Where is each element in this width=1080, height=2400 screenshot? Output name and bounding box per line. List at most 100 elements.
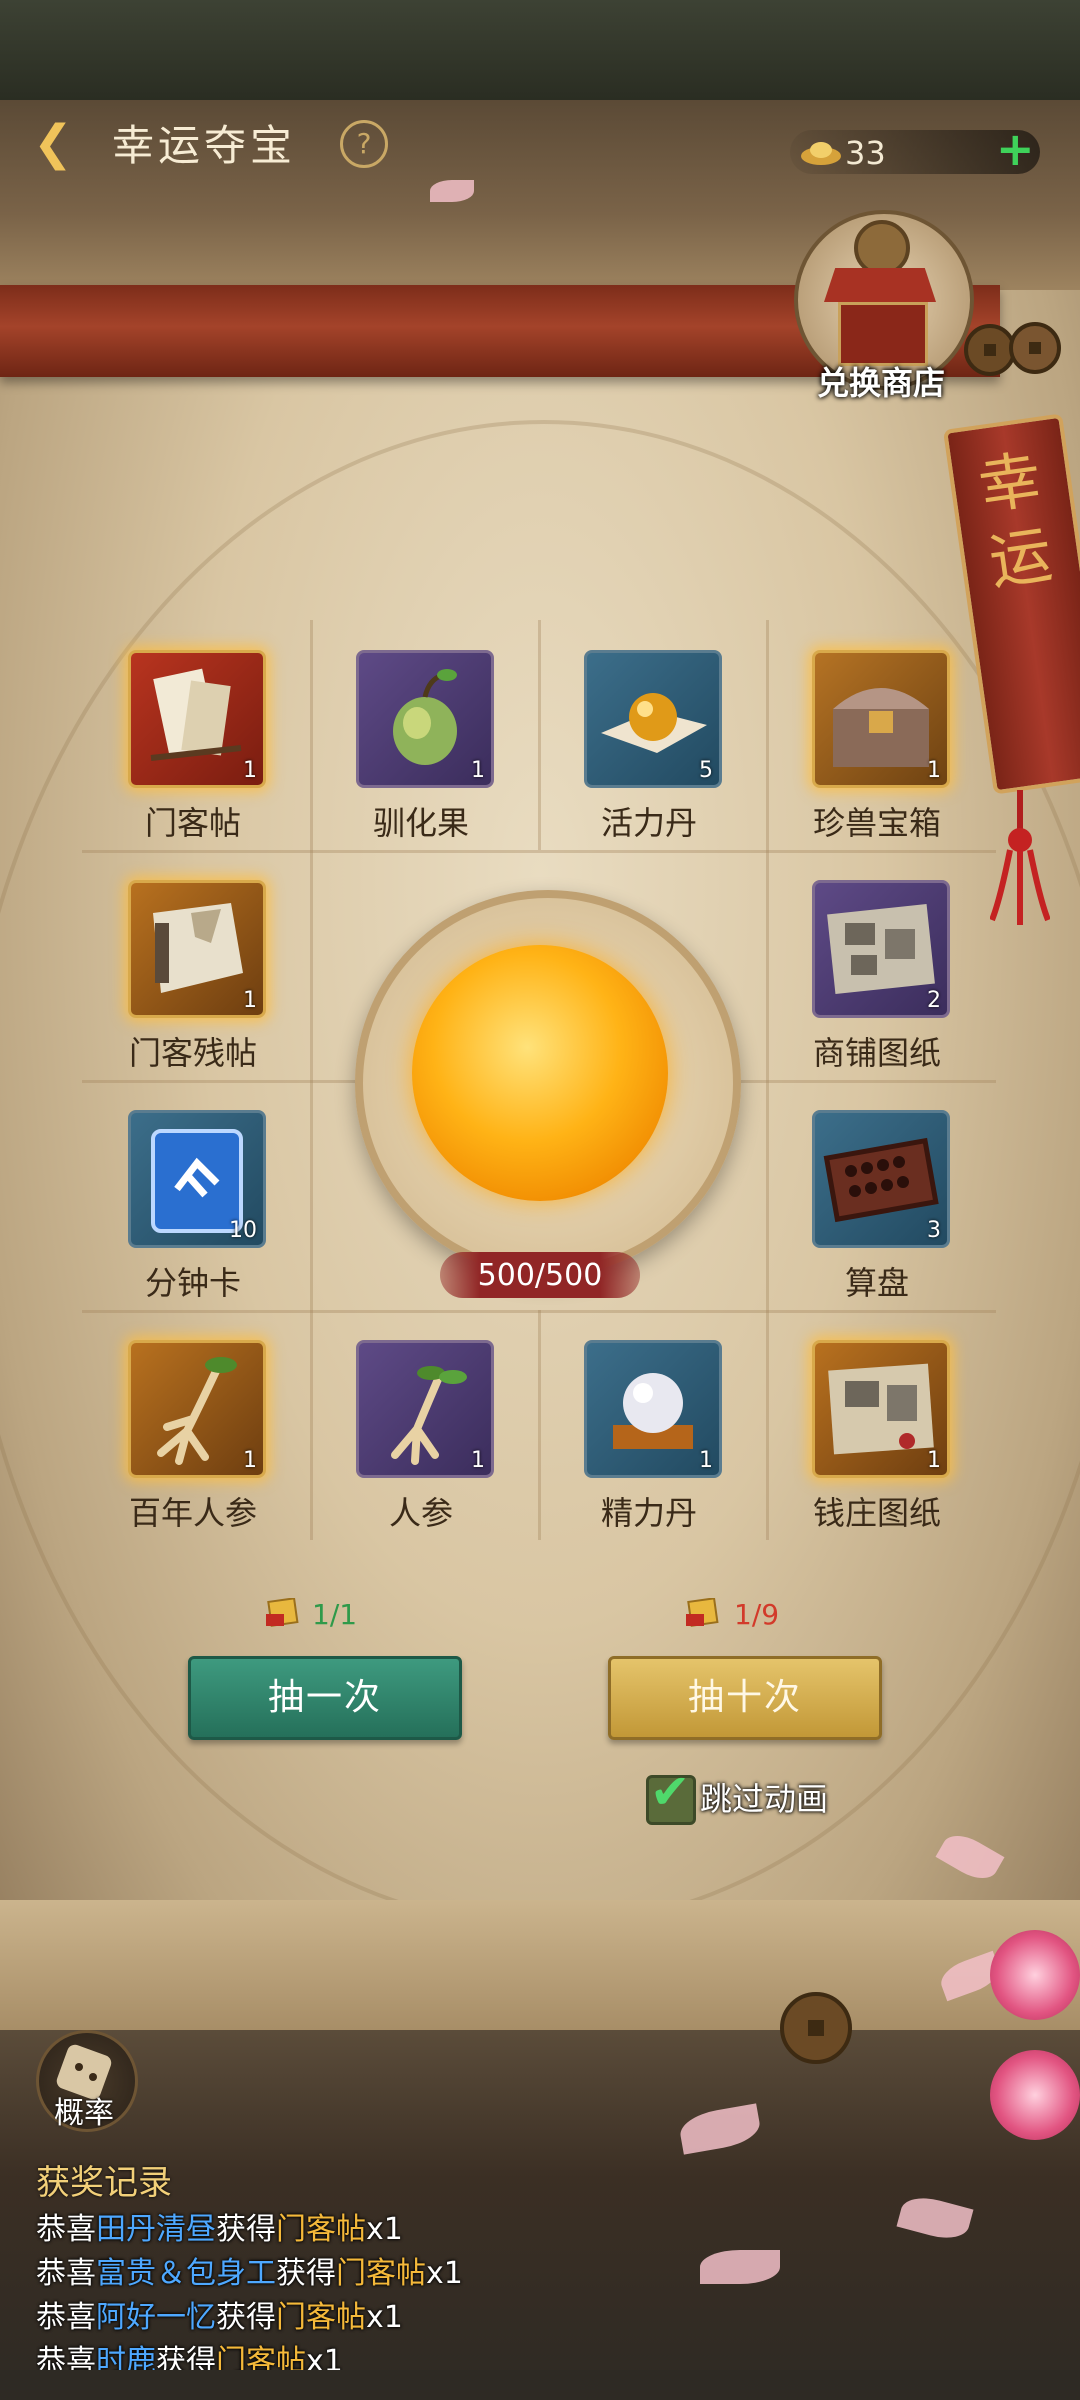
- item-count: 1: [471, 758, 485, 783]
- record-qty: x1: [366, 2300, 403, 2335]
- record-player[interactable]: 富贵＆包身工: [96, 2256, 276, 2291]
- item-count: 1: [243, 758, 257, 783]
- record-line: 恭喜富贵＆包身工获得门客帖x1: [36, 2248, 463, 2292]
- petal-decoration: [430, 180, 474, 202]
- checkmark-icon: ✔: [650, 1764, 691, 1820]
- record-mid: 获得: [156, 2344, 216, 2370]
- item-name: 分钟卡: [144, 1264, 241, 1302]
- draw-ten-button[interactable]: 抽十次: [608, 1656, 882, 1740]
- single-draw-cost: 1/1: [312, 1598, 358, 1631]
- prize-item-xunhua-guo[interactable]: 1 驯化果: [310, 620, 532, 850]
- back-arrow-icon[interactable]: ❮: [28, 118, 78, 168]
- record-line: 恭喜田丹清昼获得门客帖x1: [36, 2204, 403, 2248]
- draw-once-button[interactable]: 抽一次: [188, 1656, 462, 1740]
- ticket-icon: [686, 1598, 719, 1627]
- shop-building-icon: [838, 302, 928, 366]
- shop-roof-icon: [824, 268, 936, 302]
- ticket-icon: [266, 1598, 299, 1627]
- bottom-edge: [0, 2370, 1080, 2400]
- item-count: 1: [699, 1448, 713, 1473]
- prize-item-bainian-renshen[interactable]: 1 百年人参: [82, 1310, 304, 1540]
- prize-item-qianzhuang-tuzhi[interactable]: 1 钱庄图纸: [766, 1310, 988, 1540]
- item-name: 百年人参: [128, 1494, 257, 1532]
- item-count: 5: [699, 758, 713, 783]
- tassel-icon: [990, 790, 1050, 925]
- golden-pill-icon: 5: [584, 650, 722, 788]
- item-count: 2: [927, 988, 941, 1013]
- record-player[interactable]: 阿好一忆: [96, 2300, 216, 2335]
- record-player[interactable]: 时鹿: [96, 2344, 156, 2370]
- record-qty: x1: [426, 2256, 463, 2291]
- record-prefix: 恭喜: [36, 2212, 96, 2247]
- records-title: 获奖记录: [36, 2163, 172, 2203]
- record-qty: x1: [366, 2212, 403, 2247]
- prize-item-menke-cantie[interactable]: 1 门客残帖: [82, 850, 304, 1080]
- item-count: 1: [927, 1448, 941, 1473]
- abacus-icon: 3: [812, 1110, 950, 1248]
- item-name: 商铺图纸: [812, 1034, 941, 1072]
- plaque-text: 幸运: [974, 442, 1057, 599]
- probability-label: 概率: [54, 2096, 114, 2131]
- item-count: 1: [927, 758, 941, 783]
- item-count: 1: [243, 1448, 257, 1473]
- old-ginseng-icon: 1: [128, 1340, 266, 1478]
- status-strip: [0, 0, 1080, 100]
- prize-item-shangpu-tuzhi[interactable]: 2 商铺图纸: [766, 850, 988, 1080]
- item-count: 1: [243, 988, 257, 1013]
- torn-scroll-icon: 1: [128, 880, 266, 1018]
- record-qty: x1: [306, 2344, 343, 2370]
- item-name: 珍兽宝箱: [812, 804, 941, 842]
- currency-value: 33: [845, 134, 886, 172]
- record-prefix: 恭喜: [36, 2300, 96, 2335]
- ten-draw-cost: 1/9: [734, 1598, 780, 1631]
- coin-icon: [854, 220, 910, 276]
- prize-item-suanpan[interactable]: 3 算盘: [766, 1080, 988, 1310]
- item-name: 人参: [388, 1494, 453, 1532]
- item-name: 驯化果: [372, 804, 469, 842]
- prize-item-menke-tie[interactable]: 1 门客帖: [82, 620, 304, 850]
- item-count: 3: [927, 1218, 941, 1243]
- blueprint-icon: 2: [812, 880, 950, 1018]
- record-prefix: 恭喜: [36, 2256, 96, 2291]
- scroll-bottom-edge: [0, 1900, 1080, 2040]
- item-name: 算盘: [844, 1264, 909, 1302]
- treasure-chest-icon: 1: [812, 650, 950, 788]
- prize-item-renshen[interactable]: 1 人参: [310, 1310, 532, 1540]
- lucky-orb[interactable]: [412, 945, 668, 1201]
- record-mid: 获得: [216, 2300, 276, 2335]
- item-name: 钱庄图纸: [812, 1494, 941, 1532]
- record-item: 门客帖: [276, 2212, 366, 2247]
- petal-decoration: [700, 2250, 780, 2284]
- item-count: 1: [471, 1448, 485, 1473]
- item-name: 活力丹: [600, 804, 697, 842]
- item-name: 门客帖: [144, 804, 241, 842]
- record-item: 门客帖: [216, 2344, 306, 2370]
- item-name: 精力丹: [600, 1494, 697, 1532]
- help-icon[interactable]: ?: [340, 120, 388, 168]
- record-prefix: 恭喜: [36, 2344, 96, 2370]
- skip-animation-label: 跳过动画: [700, 1780, 829, 1818]
- shop-label: 兑换商店: [816, 364, 945, 402]
- sprout-fruit-icon: 1: [356, 650, 494, 788]
- prize-item-huoli-dan[interactable]: 5 活力丹: [538, 620, 760, 850]
- orb-progress-text: 500/500: [477, 1258, 603, 1293]
- record-item: 门客帖: [336, 2256, 426, 2291]
- record-line: 恭喜时鹿获得门客帖x1: [36, 2336, 343, 2370]
- scroll-book-icon: 1: [128, 650, 266, 788]
- flower-decoration: [990, 2050, 1080, 2140]
- prize-item-fenzhong-ka[interactable]: 10 分钟卡: [82, 1080, 304, 1310]
- record-mid: 获得: [216, 2212, 276, 2247]
- bank-blueprint-icon: 1: [812, 1340, 950, 1478]
- record-player[interactable]: 田丹清昼: [96, 2212, 216, 2247]
- gold-ingot-icon: [801, 142, 841, 165]
- minute-card-icon: 10: [128, 1110, 266, 1248]
- record-line: 恭喜阿好一忆获得门客帖x1: [36, 2292, 403, 2336]
- item-count: 10: [229, 1218, 257, 1243]
- flower-decoration: [990, 1930, 1080, 2020]
- add-currency-icon[interactable]: +: [996, 126, 1035, 172]
- record-item: 门客帖: [276, 2300, 366, 2335]
- exchange-shop-button[interactable]: 兑换商店: [790, 210, 974, 410]
- pearl-pill-icon: 1: [584, 1340, 722, 1478]
- prize-item-zhenshou-baoxiang[interactable]: 1 珍兽宝箱: [766, 620, 988, 850]
- prize-item-jingli-dan[interactable]: 1 精力丹: [538, 1310, 760, 1540]
